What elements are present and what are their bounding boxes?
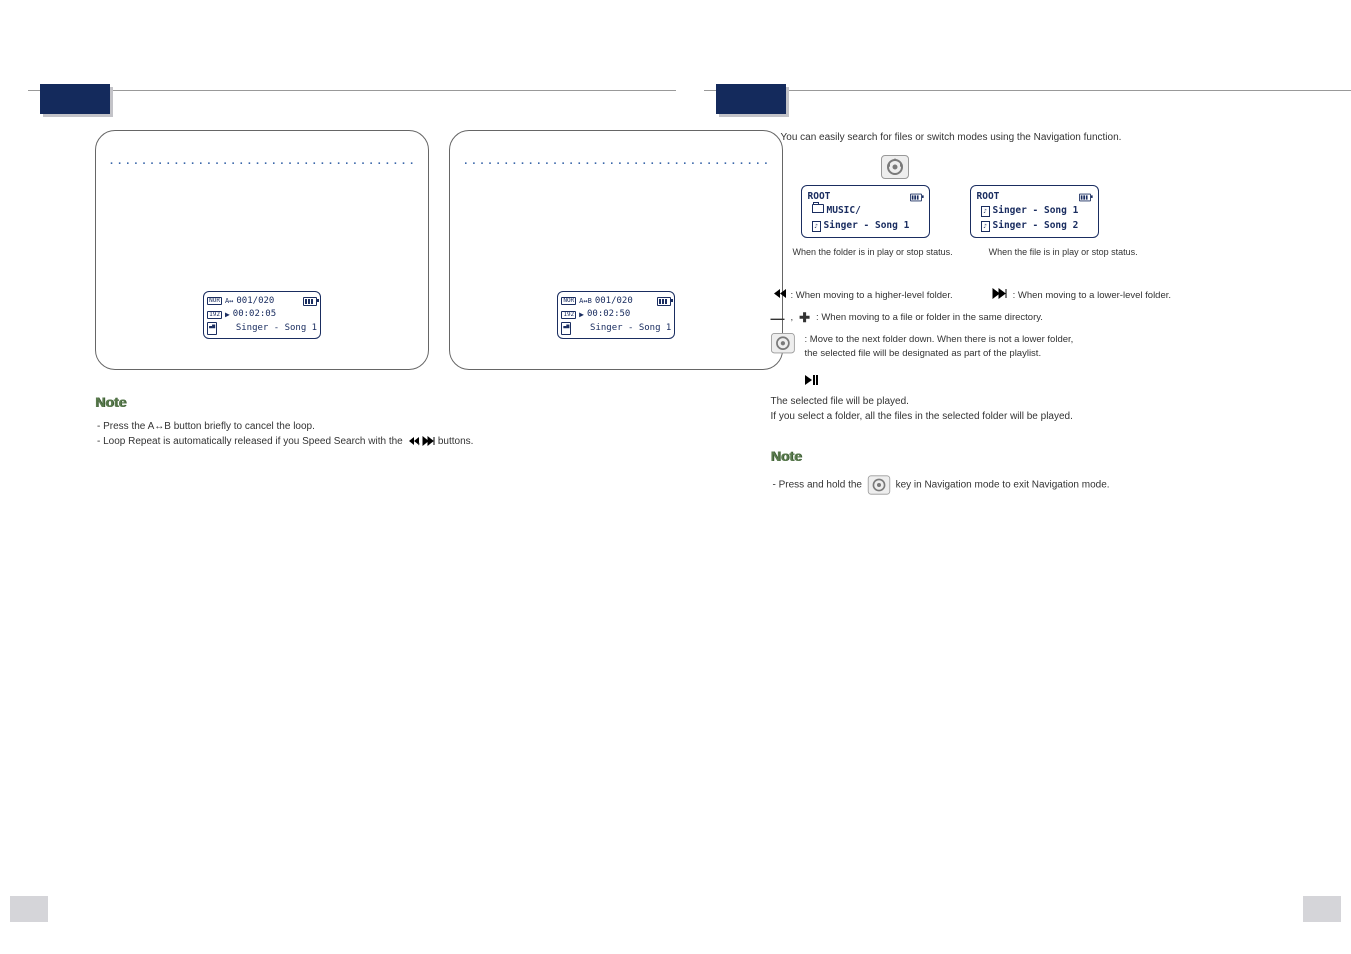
note-heading: Note — [95, 392, 596, 413]
music-file-icon: ♪ — [981, 221, 990, 232]
bitrate-badge: 192 — [561, 311, 576, 319]
play-icon: ▶ — [579, 309, 584, 321]
folder-icon — [812, 204, 824, 213]
next-track-icon — [993, 289, 1007, 303]
battery-icon — [910, 193, 922, 201]
caption-folder: When the folder is in play or stop statu… — [793, 246, 953, 260]
explain-same-dir: : When moving to a file or folder in the… — [816, 311, 1043, 325]
track-indicator: 001/020 — [236, 295, 274, 309]
page-number-block — [10, 896, 48, 922]
nav-screen-file: ROOT ♪Singer - Song 1 ♪Singer - Song 2 — [970, 185, 1099, 238]
prev-track-icon — [771, 289, 785, 303]
play-line-1: The selected file will be played. — [771, 394, 1272, 409]
time-indicator: 00:02:50 — [587, 308, 630, 322]
bitrate-badge: 192 — [207, 311, 222, 319]
nav-dial-icon — [771, 333, 795, 353]
header-strip — [676, 90, 1351, 130]
file-label: Singer - Song 1 — [824, 220, 910, 231]
folder-label: MUSIC/ — [827, 205, 861, 216]
nav-screen-folder: ROOT MUSIC/ ♪Singer - Song 1 — [801, 185, 930, 238]
note-heading: Note — [771, 446, 1272, 467]
minus-icon: — — [771, 308, 785, 329]
dotted-divider: . . . . . . . . . . . . . . . . . . . . … — [110, 153, 414, 170]
battery-icon — [657, 297, 671, 306]
header-strip — [0, 90, 676, 130]
file-label: Singer - Song 2 — [993, 220, 1079, 231]
lcd-screen-2: NOR A↔B 001/020 192 ▶ 00:02:50 ▃▅ S — [557, 291, 675, 340]
intro-text: You can easily search for files or switc… — [781, 130, 1272, 145]
right-page: You can easily search for files or switc… — [676, 0, 1351, 954]
eq-badge: ▃▅ — [207, 322, 217, 336]
header-block — [40, 84, 110, 114]
track-indicator: 001/020 — [595, 295, 633, 309]
explain-next-folder: : Move to the next folder down. When the… — [805, 333, 1074, 362]
track-title: Singer - Song 1 — [220, 322, 317, 336]
play-pause-icon — [805, 377, 817, 388]
rewind-icon — [406, 437, 418, 445]
play-line-2: If you select a folder, all the files in… — [771, 409, 1272, 424]
play-icon: ▶ — [225, 309, 230, 321]
plus-icon: ✚ — [799, 308, 810, 328]
battery-icon — [1079, 193, 1091, 201]
ab-indicator: A↔B — [579, 296, 592, 307]
caption-file: When the file is in play or stop status. — [989, 246, 1138, 260]
ab-indicator: A↔ — [225, 296, 233, 307]
time-indicator: 00:02:05 — [233, 308, 276, 322]
nav-dial-icon — [868, 475, 890, 494]
fast-forward-icon — [423, 437, 435, 445]
eq-badge: ▃▅ — [561, 322, 571, 336]
nav-dial-icon — [881, 155, 909, 179]
music-file-icon: ♪ — [981, 206, 990, 217]
left-page: . . . . . . . . . . . . . . . . . . . . … — [0, 0, 676, 954]
battery-icon — [303, 297, 317, 306]
header-block — [716, 84, 786, 114]
note-line-2: - Loop Repeat is automatically released … — [95, 434, 596, 449]
track-title: Singer - Song 1 — [574, 322, 671, 336]
explain-higher: : When moving to a higher-level folder. — [791, 289, 953, 303]
explain-lower: : When moving to a lower-level folder. — [1013, 289, 1171, 303]
root-label: ROOT — [808, 190, 831, 204]
root-label: ROOT — [977, 190, 1000, 204]
music-file-icon: ♪ — [812, 221, 821, 232]
lcd-screen-1: NOR A↔ 001/020 192 ▶ 00:02:05 ▃▅ Si — [203, 291, 321, 340]
mode-badge: NOR — [561, 297, 576, 305]
file-label: Singer - Song 1 — [993, 205, 1079, 216]
note-line-1: - Press the A↔B button briefly to cancel… — [95, 419, 596, 434]
note-exit: - Press and hold the key in Navigation m… — [771, 473, 1272, 497]
mode-badge: NOR — [207, 297, 222, 305]
lcd-panel-1: . . . . . . . . . . . . . . . . . . . . … — [95, 130, 429, 370]
page-number-block — [1303, 896, 1341, 922]
